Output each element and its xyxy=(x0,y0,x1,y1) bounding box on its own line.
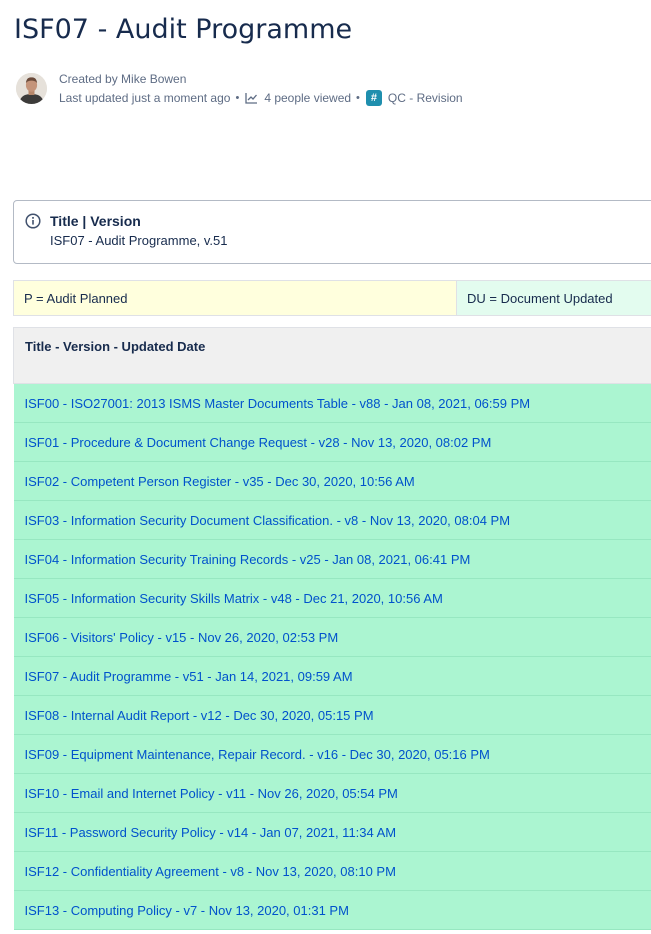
table-row: ISF12 - Confidentiality Agreement - v8 -… xyxy=(13,851,651,891)
document-link-isf11[interactable]: ISF11 - Password Security Policy - v14 -… xyxy=(25,825,397,840)
info-panel: Title | Version ISF07 - Audit Programme,… xyxy=(13,200,651,264)
table-cell: ISF11 - Password Security Policy - v14 -… xyxy=(13,812,651,852)
table-cell: ISF06 - Visitors' Policy - v15 - Nov 26,… xyxy=(13,617,651,657)
document-link-isf09[interactable]: ISF09 - Equipment Maintenance, Repair Re… xyxy=(25,747,490,762)
document-link-isf07[interactable]: ISF07 - Audit Programme - v51 - Jan 14, … xyxy=(25,669,353,684)
document-link-isf06[interactable]: ISF06 - Visitors' Policy - v15 - Nov 26,… xyxy=(25,630,339,645)
table-cell: ISF00 - ISO27001: 2013 ISMS Master Docum… xyxy=(13,383,651,423)
info-panel-title: Title | Version xyxy=(50,213,141,229)
document-link-isf03[interactable]: ISF03 - Information Security Document Cl… xyxy=(25,513,511,528)
table-cell: ISF07 - Audit Programme - v51 - Jan 14, … xyxy=(13,656,651,696)
table-cell: ISF01 - Procedure & Document Change Requ… xyxy=(13,422,651,462)
document-link-isf01[interactable]: ISF01 - Procedure & Document Change Requ… xyxy=(25,435,492,450)
legend-document-updated: DU = Document Updated xyxy=(457,280,651,316)
table-row: ISF09 - Equipment Maintenance, Repair Re… xyxy=(13,734,651,774)
table-row: ISF13 - Computing Policy - v7 - Nov 13, … xyxy=(13,890,651,930)
table-cell: ISF04 - Information Security Training Re… xyxy=(13,539,651,579)
author-avatar[interactable] xyxy=(16,73,47,104)
table-cell: ISF10 - Email and Internet Policy - v11 … xyxy=(13,773,651,813)
table-row: ISF06 - Visitors' Policy - v15 - Nov 26,… xyxy=(13,617,651,657)
document-link-isf04[interactable]: ISF04 - Information Security Training Re… xyxy=(25,552,471,567)
table-cell: ISF09 - Equipment Maintenance, Repair Re… xyxy=(13,734,651,774)
table-row: ISF10 - Email and Internet Policy - v11 … xyxy=(13,773,651,813)
table-cell: ISF05 - Information Security Skills Matr… xyxy=(13,578,651,618)
table-row: ISF02 - Competent Person Register - v35 … xyxy=(13,461,651,501)
meta-line: Last updated just a moment ago • 4 peopl… xyxy=(59,90,463,106)
table-row: ISF00 - ISO27001: 2013 ISMS Master Docum… xyxy=(13,383,651,423)
document-link-isf10[interactable]: ISF10 - Email and Internet Policy - v11 … xyxy=(25,786,398,801)
table-row: ISF11 - Password Security Policy - v14 -… xyxy=(13,812,651,852)
table-header-row: Title - Version - Updated Date xyxy=(13,327,651,384)
document-link-isf08[interactable]: ISF08 - Internal Audit Report - v12 - De… xyxy=(25,708,374,723)
meta-separator-2: • xyxy=(356,92,360,104)
table-cell: ISF03 - Information Security Document Cl… xyxy=(13,500,651,540)
document-link-isf00[interactable]: ISF00 - ISO27001: 2013 ISMS Master Docum… xyxy=(25,396,531,411)
info-panel-body: ISF07 - Audit Programme, v.51 xyxy=(50,233,228,248)
document-link-isf05[interactable]: ISF05 - Information Security Skills Matr… xyxy=(25,591,443,606)
table-row: ISF05 - Information Security Skills Matr… xyxy=(13,578,651,618)
page-byline: Created by Mike Bowen Last updated just … xyxy=(16,70,636,110)
column-header-title-version-date: Title - Version - Updated Date xyxy=(13,327,651,384)
table-cell: ISF13 - Computing Policy - v7 - Nov 13, … xyxy=(13,890,651,930)
info-circle-icon xyxy=(25,213,41,229)
space-link[interactable]: QC - Revision xyxy=(388,91,463,105)
table-row: ISF01 - Procedure & Document Change Requ… xyxy=(13,422,651,462)
table-row: ISF04 - Information Security Training Re… xyxy=(13,539,651,579)
created-by: Created by Mike Bowen xyxy=(59,72,187,86)
last-updated[interactable]: Last updated just a moment ago xyxy=(59,91,230,105)
page-title: ISF07 - Audit Programme xyxy=(14,14,353,45)
document-link-isf02[interactable]: ISF02 - Competent Person Register - v35 … xyxy=(25,474,415,489)
meta-separator: • xyxy=(235,92,240,104)
table-row: ISF08 - Internal Audit Report - v12 - De… xyxy=(13,695,651,735)
table-cell: ISF02 - Competent Person Register - v35 … xyxy=(13,461,651,501)
legend-audit-planned: P = Audit Planned xyxy=(13,280,457,316)
status-legend: P = Audit Planned DU = Document Updated xyxy=(13,280,651,316)
avatar-image xyxy=(16,73,47,104)
documents-table: Title - Version - Updated Date ISF00 - I… xyxy=(13,327,651,930)
people-viewed[interactable]: 4 people viewed xyxy=(264,91,351,105)
table-cell: ISF12 - Confidentiality Agreement - v8 -… xyxy=(13,851,651,891)
hash-space-icon: # xyxy=(365,90,382,106)
table-cell: ISF08 - Internal Audit Report - v12 - De… xyxy=(13,695,651,735)
table-row: ISF03 - Information Security Document Cl… xyxy=(13,500,651,540)
document-link-isf12[interactable]: ISF12 - Confidentiality Agreement - v8 -… xyxy=(25,864,396,879)
document-link-isf13[interactable]: ISF13 - Computing Policy - v7 - Nov 13, … xyxy=(25,903,349,918)
line-chart-icon xyxy=(245,92,258,104)
table-row: ISF07 - Audit Programme - v51 - Jan 14, … xyxy=(13,656,651,696)
